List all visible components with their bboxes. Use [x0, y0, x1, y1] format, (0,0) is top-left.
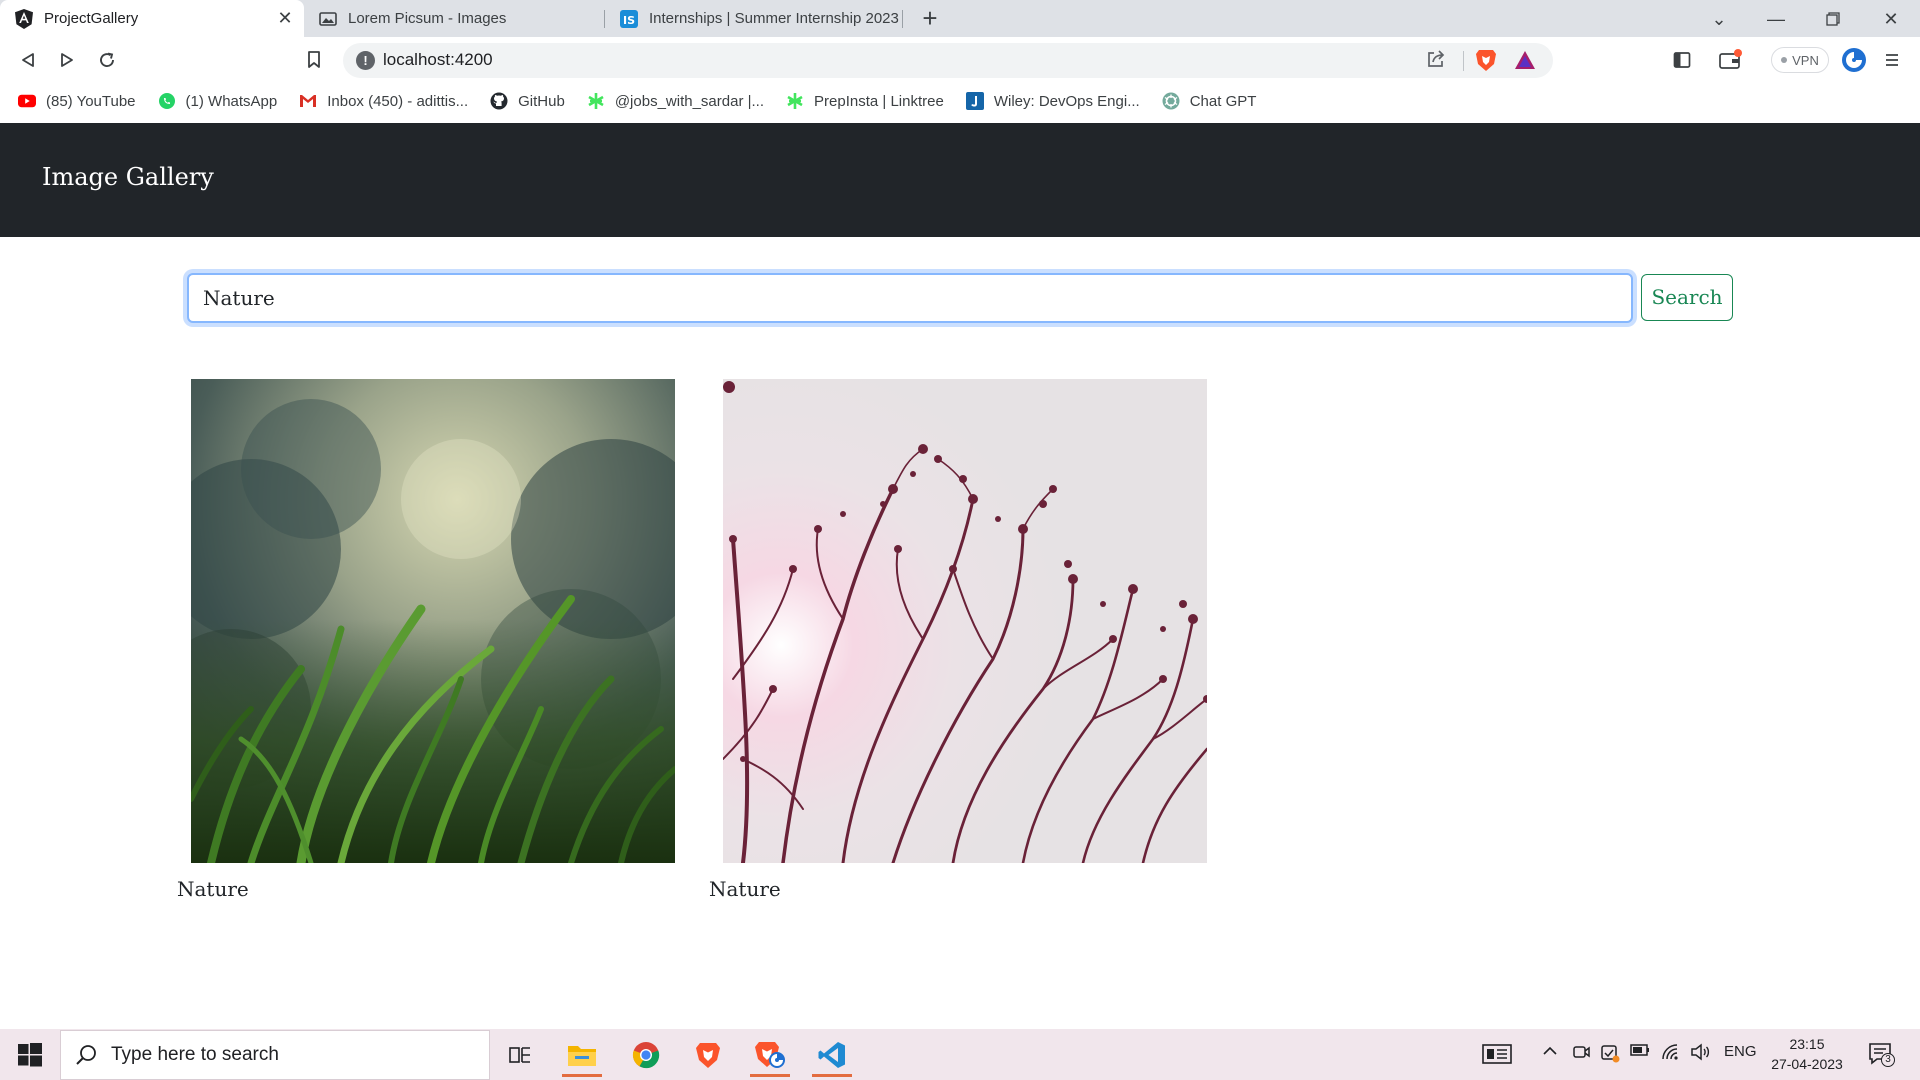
minimize-icon[interactable]: — [1762, 5, 1790, 33]
gallery-caption: Nature [709, 877, 781, 901]
vscode-icon[interactable] [808, 1033, 856, 1077]
image-icon [318, 9, 338, 29]
reload-icon[interactable] [93, 46, 121, 74]
notifications-icon[interactable]: 3 [1868, 1042, 1896, 1068]
youtube-icon [18, 92, 36, 110]
tab-title: ProjectGallery [44, 10, 139, 27]
linktree-icon [587, 92, 605, 110]
search-button[interactable]: Search [1641, 274, 1733, 321]
bookmark-github[interactable]: GitHub [490, 92, 565, 110]
brave-profile-app-icon[interactable] [746, 1033, 794, 1077]
tab-divider [902, 10, 903, 28]
address-url: localhost:4200 [383, 50, 493, 69]
brave-shields-icon[interactable] [1475, 48, 1497, 72]
tab-internships[interactable]: IS Internships | Summer Internship 2023 [605, 0, 901, 37]
vpn-label: VPN [1792, 52, 1819, 68]
bookmark-label: Chat GPT [1189, 92, 1257, 110]
menu-icon[interactable] [1878, 46, 1906, 74]
tab-title: Lorem Picsum - Images [348, 10, 507, 27]
notification-count: 3 [1881, 1053, 1895, 1067]
windows-start-icon[interactable] [18, 1043, 42, 1067]
tab-projectgallery[interactable]: ProjectGallery ✕ [0, 0, 304, 37]
system-clock[interactable]: 23:15 27-04-2023 [1762, 1034, 1852, 1074]
wallet-icon[interactable] [1717, 46, 1745, 74]
bookmark-label: (85) YouTube [46, 92, 136, 110]
bookmark-label: PrepInsta | Linktree [814, 92, 944, 110]
volume-icon[interactable] [1690, 1043, 1710, 1065]
taskbar-search-box[interactable]: Type here to search [60, 1030, 490, 1080]
search-icon [75, 1044, 97, 1066]
input-language[interactable]: ENG [1724, 1043, 1757, 1060]
bookmark-label: (1) WhatsApp [185, 92, 278, 110]
profile-avatar-icon[interactable] [1840, 46, 1868, 74]
bookmark-label: Wiley: DevOps Engi... [993, 92, 1140, 110]
tray-app-icon[interactable] [1600, 1043, 1620, 1067]
address-bar[interactable]: ! localhost:4200 [343, 43, 1553, 78]
chatgpt-icon [1162, 92, 1180, 110]
wiley-icon [965, 92, 984, 110]
tab-lorem-picsum[interactable]: Lorem Picsum - Images [304, 0, 604, 37]
gmail-icon [299, 92, 317, 110]
meet-icon[interactable] [1572, 1043, 1590, 1065]
brave-rewards-icon[interactable] [1514, 49, 1536, 71]
internshala-icon: IS [619, 9, 639, 29]
clock-time: 23:15 [1789, 1036, 1825, 1052]
angular-icon [14, 8, 34, 29]
restore-icon[interactable] [1819, 5, 1847, 33]
task-view-icon[interactable] [496, 1033, 544, 1077]
bookmark-label: GitHub [518, 92, 565, 110]
gallery-image-branches[interactable] [723, 379, 1207, 863]
bookmark-whatsapp[interactable]: (1) WhatsApp [158, 92, 278, 110]
clock-date: 27-04-2023 [1771, 1056, 1843, 1072]
forward-icon[interactable] [53, 46, 81, 74]
search-input[interactable]: Nature [187, 273, 1633, 323]
app-navbar: Image Gallery [0, 123, 1920, 237]
file-explorer-icon[interactable] [558, 1033, 606, 1077]
windows-taskbar: Type here to search ENG 23:15 27-04-2023 [0, 1029, 1920, 1080]
bookmark-label: Inbox (450) - adittis... [327, 92, 469, 110]
bookmark-label: @jobs_with_sardar |... [614, 92, 765, 110]
linktree-icon [786, 92, 804, 110]
bookmark-icon[interactable] [300, 46, 328, 74]
whatsapp-icon [158, 92, 176, 110]
gallery-image-grass[interactable] [191, 379, 675, 863]
wifi-icon[interactable] [1661, 1043, 1681, 1065]
github-icon [490, 92, 508, 110]
browser-toolbar: ! localhost:4200 VPN (85) YouTube (1) Wh… [0, 37, 1920, 120]
vpn-button[interactable]: VPN [1771, 47, 1829, 73]
bookmark-prepinsta[interactable]: PrepInsta | Linktree [786, 92, 944, 110]
sidebar-icon[interactable] [1668, 46, 1696, 74]
close-window-icon[interactable]: ✕ [1877, 5, 1905, 33]
close-tab-icon[interactable]: ✕ [276, 9, 294, 27]
tab-strip: ProjectGallery ✕ Lorem Picsum - Images I… [0, 0, 1920, 37]
omnibox-divider [1463, 51, 1464, 71]
vpn-status-dot [1781, 57, 1788, 63]
chevron-up-icon[interactable] [1542, 1043, 1558, 1063]
share-icon[interactable] [1426, 50, 1446, 73]
bookmark-jobs-with-sardar[interactable]: @jobs_with_sardar |... [587, 92, 764, 110]
tab-title: Internships | Summer Internship 2023 [649, 10, 899, 27]
news-widget-icon[interactable] [1482, 1043, 1512, 1069]
bookmarks-bar: (85) YouTube (1) WhatsApp Inbox (450) - … [0, 82, 1920, 120]
bookmark-youtube[interactable]: (85) YouTube [18, 92, 136, 110]
site-info-icon[interactable]: ! [356, 51, 375, 70]
navbar-brand[interactable]: Image Gallery [42, 163, 214, 191]
battery-icon[interactable] [1630, 1043, 1650, 1061]
tab-search-chevron-icon[interactable]: ⌄ [1705, 5, 1733, 33]
new-tab-icon[interactable]: + [916, 5, 944, 33]
chrome-icon[interactable] [622, 1033, 670, 1077]
taskbar-search-placeholder: Type here to search [111, 1044, 279, 1065]
svg-text:IS: IS [623, 14, 635, 27]
back-icon[interactable] [14, 46, 42, 74]
bookmark-chatgpt[interactable]: Chat GPT [1162, 92, 1257, 110]
gallery-caption: Nature [177, 877, 249, 901]
bookmark-gmail[interactable]: Inbox (450) - adittis... [299, 92, 468, 110]
bookmark-wiley[interactable]: Wiley: DevOps Engi... [965, 92, 1140, 110]
brave-browser-icon[interactable] [684, 1033, 732, 1077]
